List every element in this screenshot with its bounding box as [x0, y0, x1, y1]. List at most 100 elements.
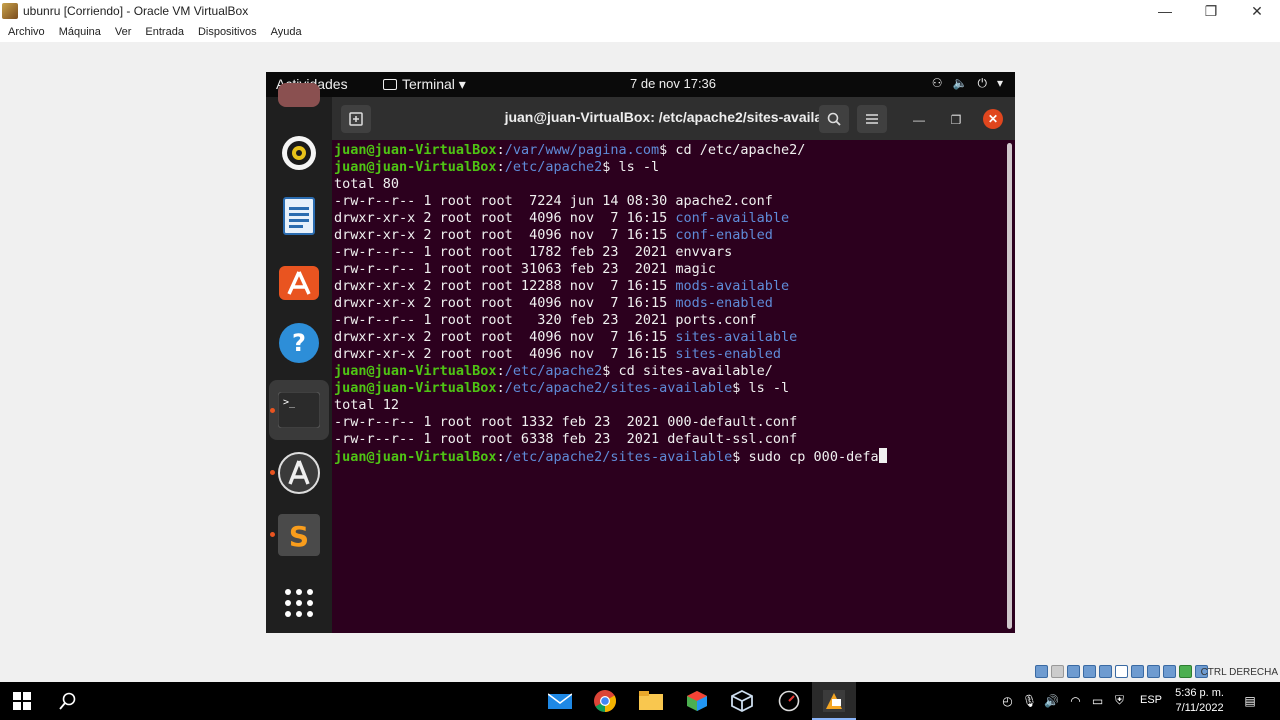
close-terminal-button[interactable]: ✕	[983, 109, 1003, 129]
terminal-line: juan@juan-VirtualBox:/etc/apache2$ cd si…	[334, 363, 887, 380]
taskbar-virtualbox[interactable]	[730, 689, 754, 713]
dock-item-terminal[interactable]: >_	[269, 380, 329, 440]
taskbar-app-gauge[interactable]	[777, 689, 801, 713]
dock-item-help[interactable]: ?	[278, 322, 320, 364]
terminal-scrollbar[interactable]	[1007, 143, 1012, 629]
system-menu[interactable]: ⚇ 🔈 ⏻ ▾	[932, 76, 1003, 91]
ubuntu-dock: ? >_ S	[266, 83, 332, 633]
terminal-icon	[383, 79, 397, 90]
vbox-titlebar: ubunru [Corriendo] - Oracle VM VirtualBo…	[0, 0, 1280, 22]
show-applications-button[interactable]	[278, 582, 320, 624]
taskbar-app-cube[interactable]	[685, 689, 709, 713]
display-icon[interactable]	[1131, 665, 1144, 678]
running-indicator	[270, 532, 275, 537]
dock-item-files[interactable]	[278, 83, 320, 107]
app-grid-icon	[285, 589, 313, 617]
help-icon: ?	[279, 323, 319, 363]
terminal-line: drwxr-xr-x 2 root root 4096 nov 7 16:15 …	[334, 346, 887, 363]
maximize-terminal-button[interactable]: ❐	[946, 110, 966, 130]
output-text: drwxr-xr-x 2 root root 4096 nov 7 16:15	[334, 227, 676, 243]
output-text: $ ls -l	[732, 380, 790, 396]
output-text: $ sudo cp 000-defa	[732, 449, 879, 465]
wifi-icon[interactable]: ◠	[1068, 693, 1083, 708]
output-text: -rw-r--r-- 1 root root 320 feb 23 2021 p…	[334, 312, 757, 328]
virtualbox-cube-icon	[731, 690, 753, 712]
mouse-integration-icon[interactable]	[1179, 665, 1192, 678]
dock-item-software[interactable]	[278, 259, 320, 301]
notification-center-icon[interactable]: ▤	[1240, 693, 1260, 708]
terminal-line: total 80	[334, 176, 887, 193]
start-button[interactable]	[10, 689, 34, 713]
usb-icon[interactable]	[1099, 665, 1112, 678]
dock-item-rhythmbox[interactable]	[278, 132, 320, 174]
hard-disk-icon[interactable]	[1035, 665, 1048, 678]
output-text: $ cd sites-available/	[602, 363, 773, 379]
menu-dispositivos[interactable]: Dispositivos	[198, 26, 257, 38]
output-text: :	[496, 449, 505, 465]
optical-drive-icon[interactable]	[1051, 665, 1064, 678]
taskbar-active-vbox-window[interactable]	[812, 682, 856, 720]
terminal-line: drwxr-xr-x 2 root root 4096 nov 7 16:15 …	[334, 295, 887, 312]
output-text: drwxr-xr-x 2 root root 4096 nov 7 16:15	[334, 329, 676, 345]
cpu-icon[interactable]	[1163, 665, 1176, 678]
prompt-user: juan@juan-VirtualBox	[334, 142, 497, 158]
menu-ver[interactable]: Ver	[115, 26, 132, 38]
dock-item-libreoffice-writer[interactable]	[278, 195, 320, 237]
device-status-icons	[1035, 665, 1208, 678]
taskbar-file-explorer[interactable]	[639, 689, 663, 713]
restore-button[interactable]: ❐	[1188, 0, 1234, 22]
terminal-line: drwxr-xr-x 2 root root 4096 nov 7 16:15 …	[334, 210, 887, 227]
minimize-button[interactable]: —	[1142, 0, 1188, 22]
audio-icon[interactable]	[1067, 665, 1080, 678]
menu-ayuda[interactable]: Ayuda	[271, 26, 302, 38]
windows-taskbar: ◴ 🎙 🔊 ◠ ▭ ⛨ ESP 5:36 p. m. 7/11/2022 ▤	[0, 682, 1280, 720]
dock-item-sublime-text[interactable]: S	[278, 514, 320, 556]
dock-item-updater[interactable]	[278, 452, 320, 494]
gauge-icon	[778, 690, 800, 712]
output-text: drwxr-xr-x 2 root root 4096 nov 7 16:15	[334, 210, 676, 226]
path-text: /etc/apache2	[504, 363, 603, 379]
gnome-clock[interactable]: 7 de nov 17:36	[630, 76, 716, 91]
terminal-line: -rw-r--r-- 1 root root 1782 feb 23 2021 …	[334, 244, 887, 261]
output-text: :	[496, 380, 505, 396]
search-button[interactable]	[819, 105, 849, 133]
output-text: :	[496, 159, 505, 175]
language-indicator[interactable]: ESP	[1140, 694, 1162, 706]
guest-screen[interactable]: Actividades Terminal ▾ 7 de nov 17:36 ⚇ …	[266, 72, 1015, 633]
shared-folders-icon[interactable]	[1115, 665, 1128, 678]
output-text: -rw-r--r-- 1 root root 6338 feb 23 2021 …	[334, 431, 798, 447]
text-cursor	[878, 448, 887, 463]
volume-icon[interactable]: 🔊	[1044, 693, 1059, 708]
minimize-terminal-button[interactable]: —	[909, 110, 929, 130]
cube-icon	[687, 691, 707, 711]
taskbar-chrome[interactable]	[593, 689, 617, 713]
tray-app-icon[interactable]: ◴	[1000, 693, 1015, 708]
terminal-line: juan@juan-VirtualBox:/etc/apache2/sites-…	[334, 448, 887, 465]
microphone-icon[interactable]: 🎙	[1022, 693, 1037, 708]
terminal-line: juan@juan-VirtualBox:/etc/apache2$ ls -l	[334, 159, 887, 176]
volume-icon: 🔈	[952, 76, 968, 90]
path-text: conf-available	[675, 210, 790, 226]
taskbar-clock[interactable]: 5:36 p. m. 7/11/2022	[1175, 686, 1224, 716]
app-menu[interactable]: Terminal ▾	[383, 76, 466, 93]
recording-icon[interactable]	[1147, 665, 1160, 678]
menu-entrada[interactable]: Entrada	[145, 26, 184, 38]
host-key-label: CTRL DERECHA	[1200, 667, 1278, 678]
taskbar-search-button[interactable]	[56, 689, 80, 713]
terminal-line: drwxr-xr-x 2 root root 12288 nov 7 16:15…	[334, 278, 887, 295]
sublime-text-icon: S	[278, 514, 320, 556]
taskbar-time: 5:36 p. m.	[1175, 687, 1224, 699]
shield-icon[interactable]: ⛨	[1112, 693, 1127, 708]
battery-icon[interactable]: ▭	[1090, 693, 1105, 708]
close-window-button[interactable]: ✕	[1234, 0, 1280, 22]
menu-maquina[interactable]: Máquina	[59, 26, 101, 38]
output-text: -rw-r--r-- 1 root root 1782 feb 23 2021 …	[334, 244, 733, 260]
hamburger-menu-button[interactable]	[857, 105, 887, 133]
path-text: /etc/apache2/sites-available	[504, 449, 733, 465]
menu-archivo[interactable]: Archivo	[8, 26, 45, 38]
path-text: sites-available	[675, 329, 798, 345]
taskbar-mail[interactable]	[548, 689, 572, 713]
network-adapter-icon[interactable]	[1083, 665, 1096, 678]
output-text: -rw-r--r-- 1 root root 31063 feb 23 2021…	[334, 261, 717, 277]
terminal-output[interactable]: juan@juan-VirtualBox:/var/www/pagina.com…	[332, 140, 1015, 633]
